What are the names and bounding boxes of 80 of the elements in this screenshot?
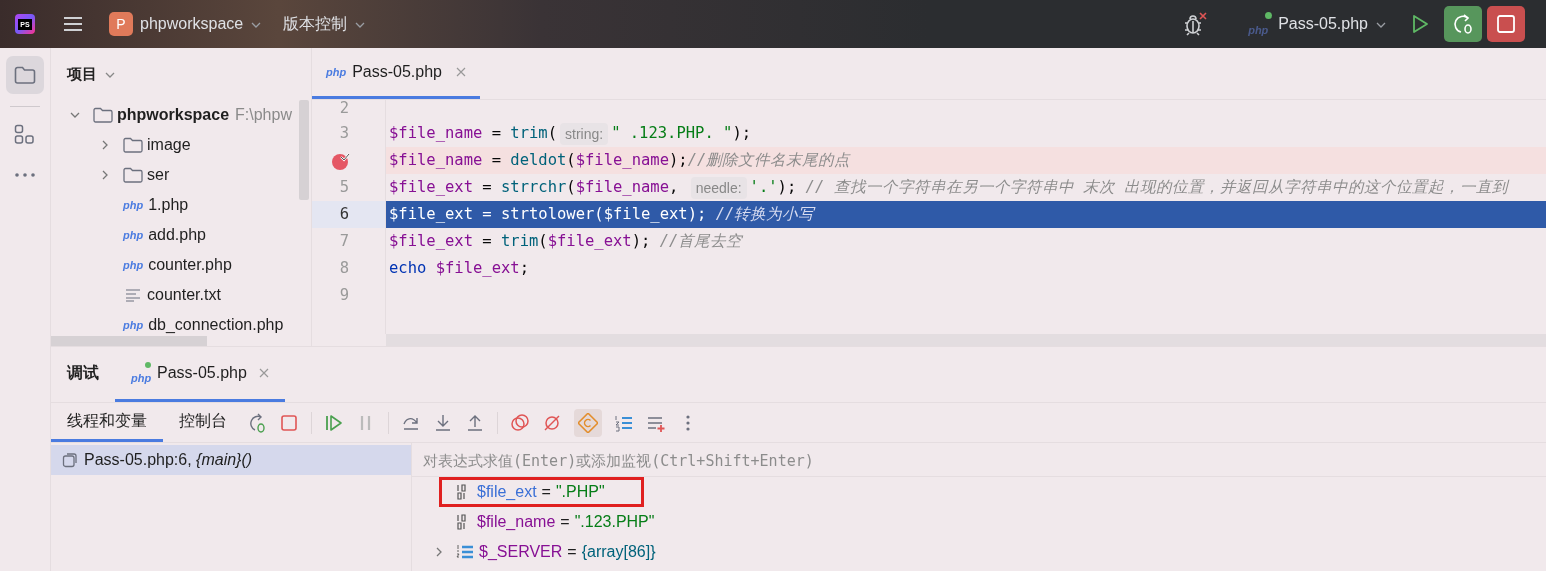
folder-icon [123, 167, 143, 183]
tree-item[interactable]: counter.txt [51, 280, 311, 310]
array-icon [456, 544, 474, 560]
line-number: 9 [338, 284, 349, 306]
copy-icon [62, 452, 78, 468]
code-line: $file_ext = strrchr($file_name, needle: '.'); // 查找一个字符串在另一个字符串中 末次 出现的位置，并返回从字符串中的这个位置起，一直到 [389, 175, 1509, 200]
scrollbar[interactable] [51, 336, 207, 346]
close-icon[interactable] [258, 368, 269, 378]
chevron-down-icon [1376, 22, 1386, 28]
rerun-icon [1452, 13, 1474, 35]
tree-item[interactable]: php counter.php [51, 250, 311, 280]
step-into-icon[interactable] [433, 412, 453, 433]
chevron-right-icon[interactable] [434, 546, 444, 558]
php-file-icon: php [123, 259, 144, 271]
tree-item[interactable]: php add.php [51, 220, 311, 250]
run-configuration-selector[interactable]: php Pass-05.php [1248, 12, 1386, 36]
folder-icon [93, 107, 113, 123]
tree-item[interactable]: image [51, 130, 311, 160]
variable-row[interactable]: $file_name = ".123.PHP" [439, 507, 694, 537]
evaluate-expression-field[interactable]: 对表达式求值(Enter)或添加监视(Ctrl+Shift+Enter) [412, 445, 1546, 477]
mute-breakpoints-icon[interactable] [542, 412, 562, 433]
debug-tab[interactable]: 调试 [51, 347, 115, 402]
rerun-debug-button[interactable] [1444, 6, 1482, 42]
stop-button[interactable] [1487, 6, 1525, 42]
php-file-icon: php [123, 319, 144, 331]
parameter-hint: needle: [690, 176, 747, 199]
run-icon[interactable] [1410, 14, 1430, 34]
debug-subtab[interactable]: 线程和变量 [51, 403, 163, 442]
project-selector[interactable]: P phpworkspace [109, 12, 262, 36]
parameter-hint: string: [560, 122, 609, 145]
variable-row[interactable]: $file_ext = ".PHP" [439, 477, 644, 507]
more-icon[interactable] [14, 172, 36, 178]
line-number: 5 [338, 176, 349, 198]
resume-icon[interactable] [324, 412, 344, 433]
chevron-down-icon [355, 22, 366, 28]
code-line: $file_name = trim( string: " .123.PHP. "); [389, 121, 752, 146]
project-tool-button[interactable] [6, 56, 44, 94]
code-line: $file_ext = strtolower($file_ext); //转换为小写 [389, 203, 815, 225]
code-line: echo $file_ext; [389, 257, 529, 279]
project-view-selector[interactable]: 项目 [51, 48, 311, 100]
text-file-icon [125, 288, 141, 302]
line-number: 6 [338, 203, 349, 225]
stop-icon[interactable] [279, 412, 299, 433]
chevron-down-icon [251, 22, 262, 28]
stop-icon [1496, 14, 1516, 34]
bug-icon[interactable] [1182, 11, 1209, 37]
editor-tab[interactable]: php Pass-05.php [312, 48, 480, 99]
project-avatar: P [109, 12, 133, 36]
line-number: 7 [338, 230, 349, 252]
php-file-icon: php [123, 199, 144, 211]
line-number: 3 [338, 122, 349, 144]
stack-frame[interactable]: Pass-05.php:6, {main}() [51, 445, 411, 475]
line-number: 8 [338, 257, 349, 279]
variable-value: $file_name = ".123.PHP" [477, 512, 655, 532]
breakpoints-icon[interactable] [510, 412, 530, 433]
close-icon[interactable] [456, 67, 466, 77]
code-line: $file_name = deldot($file_name);//删除文件名末尾的点 [389, 149, 851, 171]
frame-label: Pass-05.php:6, {main}() [84, 450, 253, 470]
php-file-icon: php [326, 63, 347, 81]
chevron-down-icon [105, 72, 115, 78]
variable-value: $file_ext = ".PHP" [477, 482, 605, 502]
vcs-menu[interactable]: 版本控制 [283, 12, 366, 36]
tree-item[interactable]: phpworkspace F:\phpw [51, 100, 311, 130]
folder-icon [14, 66, 36, 84]
debug-subtab[interactable]: 控制台 [163, 403, 243, 442]
line-number: 2 [338, 100, 349, 119]
break-on-error-icon[interactable] [574, 408, 602, 437]
php-file-icon: php [123, 229, 144, 241]
tree-item[interactable]: php db_connection.php [51, 310, 311, 340]
tree-item[interactable]: ser [51, 160, 311, 190]
rerun-icon[interactable] [247, 412, 267, 433]
code-line: $file_ext = trim($file_ext); //首尾去空 [389, 230, 743, 252]
structure-icon[interactable] [14, 124, 36, 146]
variable-value: $_SERVER = {array[86]} [479, 542, 656, 562]
scrollbar[interactable] [299, 100, 309, 200]
menu-icon[interactable] [63, 16, 83, 32]
variable-row[interactable]: $_SERVER = {array[86]} [439, 537, 695, 567]
tree-item[interactable]: php 1.php [51, 190, 311, 220]
folder-icon [123, 137, 143, 153]
debug-tab[interactable]: php Pass-05.php [115, 347, 285, 402]
